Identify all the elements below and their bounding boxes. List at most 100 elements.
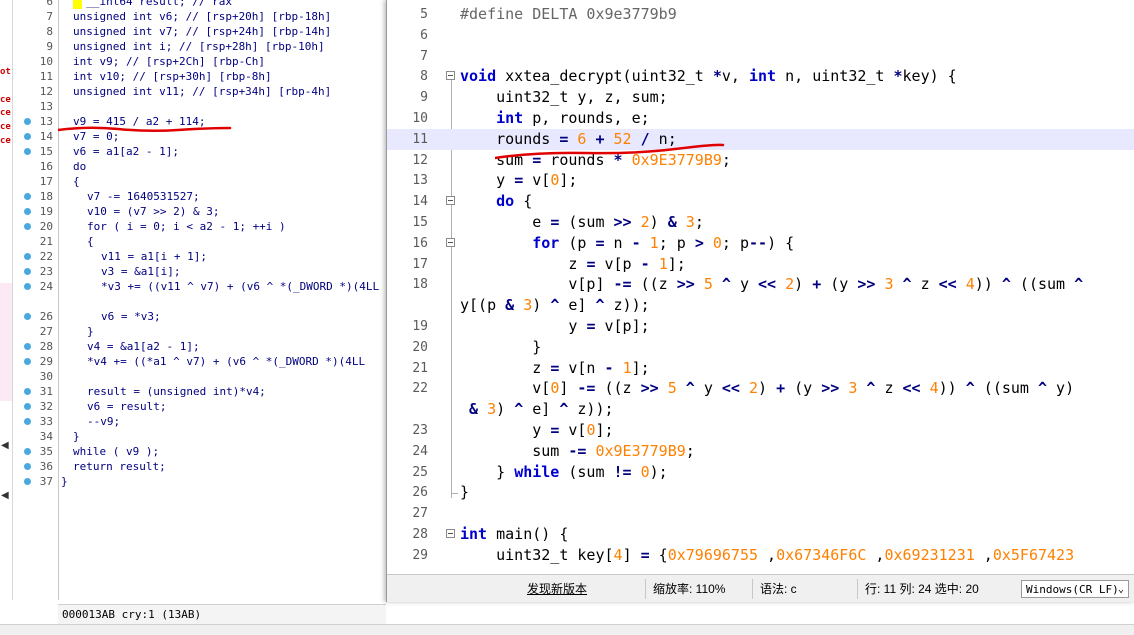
line-code: v[0] -= ((z >> 5 ^ y << 2) + (y >> 3 ^ z… <box>460 379 1075 397</box>
ida-code-line[interactable]: 15 v6 = a1[a2 - 1]; <box>0 144 386 159</box>
line-code: while ( v9 ); <box>73 445 160 458</box>
ida-code-line[interactable] <box>0 294 386 309</box>
breakpoint-dot-icon[interactable] <box>24 478 31 485</box>
editor-code-line[interactable]: 28 int main() { <box>387 524 1134 545</box>
editor-code-line[interactable]: y[(p & 3) ^ e] ^ z)); <box>387 295 1134 316</box>
editor-code-line[interactable]: 21 z = v[n - 1]; <box>387 358 1134 379</box>
ida-code-line[interactable]: 33 --v9; <box>0 414 386 429</box>
line-code: __int64 result; // rax <box>73 0 232 8</box>
editor-code-line[interactable]: 16 for (p = n - 1; p > 0; p--) { <box>387 233 1134 254</box>
ida-code-line[interactable]: 24 *v3 += ((v11 ^ v7) + (v6 ^ *(_DWORD *)… <box>0 279 386 294</box>
editor-code-line[interactable]: 29 uint32_t key[4] = {0x79696755 ,0x6734… <box>387 545 1134 566</box>
ida-code-line[interactable]: 7 unsigned int v6; // [rsp+20h] [rbp-18h] <box>0 9 386 24</box>
ida-code-line[interactable]: 16 do <box>0 159 386 174</box>
ida-code-line[interactable]: 32 v6 = result; <box>0 399 386 414</box>
ida-code-line[interactable]: 12 unsigned int v11; // [rsp+34h] [rbp-4h… <box>0 84 386 99</box>
breakpoint-dot-icon[interactable] <box>24 388 31 395</box>
fold-toggle-icon[interactable] <box>446 71 455 80</box>
line-code: v7 -= 1640531527; <box>87 190 200 203</box>
editor-code-line[interactable]: 6 <box>387 25 1134 46</box>
horizontal-scrollbar[interactable] <box>387 564 1134 572</box>
editor-code-area[interactable]: 5 #define DELTA 0x9e3779b9 6 7 8 void xxtea_d… <box>387 0 1134 572</box>
editor-code-line[interactable]: 19 y = v[p]; <box>387 316 1134 337</box>
ida-code-line[interactable]: 29 *v4 += ((*a1 ^ v7) + (v6 ^ *(_DWORD *)… <box>0 354 386 369</box>
new-version-link[interactable]: 发现新版本 <box>527 580 587 598</box>
fold-toggle-icon[interactable] <box>446 529 455 538</box>
breakpoint-dot-icon[interactable] <box>24 448 31 455</box>
ida-code-line[interactable]: 13 <box>0 99 386 114</box>
ida-code-line[interactable]: 23 v3 = &a1[i]; <box>0 264 386 279</box>
syntax-language[interactable]: 语法: c <box>760 580 797 598</box>
ida-code-line[interactable]: 11 int v10; // [rsp+30h] [rbp-8h] <box>0 69 386 84</box>
editor-code-line[interactable]: 7 <box>387 46 1134 67</box>
breakpoint-dot-icon[interactable] <box>24 283 31 290</box>
ida-code-line[interactable]: 21 { <box>0 234 386 249</box>
line-code: y[(p & 3) ^ e] ^ z)); <box>460 296 650 314</box>
editor-code-line[interactable]: 5 #define DELTA 0x9e3779b9 <box>387 4 1134 25</box>
fold-toggle-icon[interactable] <box>446 238 455 247</box>
editor-code-line[interactable]: 22 v[0] -= ((z >> 5 ^ y << 2) + (y >> 3 … <box>387 378 1134 399</box>
editor-code-line[interactable]: 13 y = v[0]; <box>387 170 1134 191</box>
ida-code-line[interactable]: 22 v11 = a1[i + 1]; <box>0 249 386 264</box>
line-code: unsigned int v6; // [rsp+20h] [rbp-18h] <box>73 10 332 23</box>
breakpoint-dot-icon[interactable] <box>24 343 31 350</box>
breakpoint-dot-icon[interactable] <box>24 403 31 410</box>
breakpoint-dot-icon[interactable] <box>24 253 31 260</box>
ida-code-line[interactable]: 19 v10 = (v7 >> 2) & 3; <box>0 204 386 219</box>
ida-code-line[interactable]: 10 int v9; // [rsp+2Ch] [rbp-Ch] <box>0 54 386 69</box>
line-number: 27 <box>412 506 428 521</box>
editor-code-line[interactable]: 9 uint32_t y, z, sum; <box>387 87 1134 108</box>
ida-code-line[interactable]: 17 { <box>0 174 386 189</box>
ida-pseudocode-pane[interactable]: ot ce ce ce ce ◀ ◀ 6 __int64 result; // … <box>0 0 386 634</box>
line-ending-select[interactable]: Windows(CR LF) ⌄ <box>1021 580 1129 598</box>
editor-code-line[interactable]: & 3) ^ e] ^ z)); <box>387 399 1134 420</box>
breakpoint-dot-icon[interactable] <box>24 193 31 200</box>
ida-code-line[interactable]: 6 __int64 result; // rax <box>0 0 386 9</box>
line-code: do { <box>496 192 533 210</box>
ida-code-line[interactable]: 20 for ( i = 0; i < a2 - 1; ++i ) <box>0 219 386 234</box>
editor-code-line[interactable]: 10 int p, rounds, e; <box>387 108 1134 129</box>
breakpoint-dot-icon[interactable] <box>24 313 31 320</box>
breakpoint-dot-icon[interactable] <box>24 208 31 215</box>
ida-code-line[interactable]: 35 while ( v9 ); <box>0 444 386 459</box>
ida-code-line[interactable]: 37} <box>0 474 386 489</box>
breakpoint-dot-icon[interactable] <box>24 118 31 125</box>
ida-code-line[interactable]: 27} <box>0 324 386 339</box>
editor-code-line[interactable]: 15 e = (sum >> 2) & 3; <box>387 212 1134 233</box>
code-editor-window[interactable]: 5 #define DELTA 0x9e3779b9 6 7 8 void xxtea_d… <box>386 0 1134 602</box>
ida-code-line[interactable]: 30 <box>0 369 386 384</box>
line-code: unsigned int v11; // [rsp+34h] [rbp-4h] <box>73 85 332 98</box>
line-number: 13 <box>412 173 428 188</box>
line-number: 26 <box>412 485 428 500</box>
line-number: 25 <box>412 465 428 480</box>
editor-code-line[interactable]: 18 v[p] -= ((z >> 5 ^ y << 2) + (y >> 3 … <box>387 274 1134 295</box>
editor-code-line[interactable]: 17 z = v[p - 1]; <box>387 254 1134 275</box>
editor-code-line[interactable]: 14 do { <box>387 191 1134 212</box>
ida-code-line[interactable]: 9 unsigned int i; // [rsp+28h] [rbp-10h] <box>0 39 386 54</box>
editor-code-line[interactable]: 8 void xxtea_decrypt(uint32_t *v, int n, … <box>387 66 1134 87</box>
ida-code-line[interactable]: 36 return result; <box>0 459 386 474</box>
breakpoint-dot-icon[interactable] <box>24 358 31 365</box>
breakpoint-dot-icon[interactable] <box>24 223 31 230</box>
editor-code-line[interactable]: 24 sum -= 0x9E3779B9; <box>387 441 1134 462</box>
editor-code-line[interactable]: 27 <box>387 503 1134 524</box>
editor-code-line[interactable]: 23 y = v[0]; <box>387 420 1134 441</box>
breakpoint-dot-icon[interactable] <box>24 133 31 140</box>
breakpoint-dot-icon[interactable] <box>24 268 31 275</box>
ida-code-line[interactable]: 34} <box>0 429 386 444</box>
fold-end-icon <box>451 482 458 494</box>
fold-toggle-icon[interactable] <box>446 196 455 205</box>
breakpoint-dot-icon[interactable] <box>24 148 31 155</box>
editor-code-line[interactable]: 25 } while (sum != 0); <box>387 462 1134 483</box>
ida-code-line[interactable]: 8 unsigned int v7; // [rsp+24h] [rbp-14h] <box>0 24 386 39</box>
ida-code-line[interactable]: 28 v4 = &a1[a2 - 1]; <box>0 339 386 354</box>
editor-code-line[interactable]: 20 } <box>387 337 1134 358</box>
ida-code-line[interactable]: 31 result = (unsigned int)*v4; <box>0 384 386 399</box>
line-number: 6 <box>46 0 53 8</box>
breakpoint-dot-icon[interactable] <box>24 418 31 425</box>
editor-code-line[interactable]: 26} <box>387 482 1134 503</box>
scroll-arrow-icon[interactable]: ◀ <box>1 490 9 501</box>
breakpoint-dot-icon[interactable] <box>24 463 31 470</box>
ida-code-line[interactable]: 26 v6 = *v3; <box>0 309 386 324</box>
ida-code-line[interactable]: 18 v7 -= 1640531527; <box>0 189 386 204</box>
